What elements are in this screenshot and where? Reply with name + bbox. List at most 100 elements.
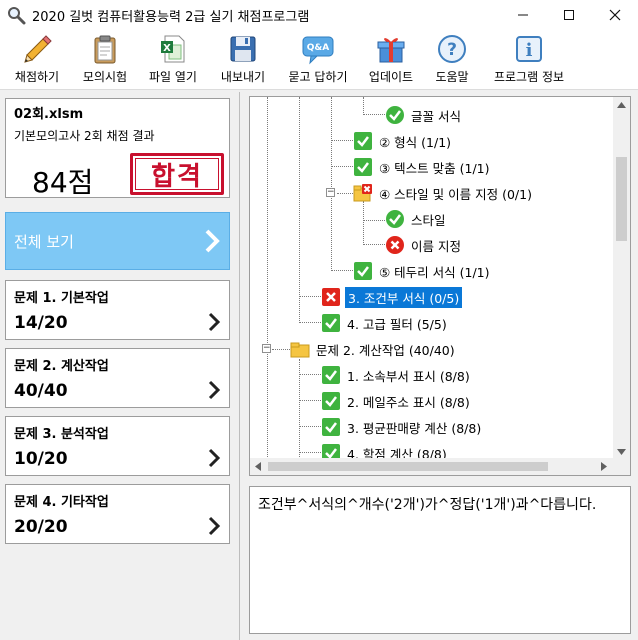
tree-item-border[interactable]: ⑤ 테두리 서식 (1/1) [353,259,490,283]
pass-stamp: 합격 [130,153,224,195]
tree-item-advanced-filter[interactable]: 4. 고급 필터 (5/5) [321,311,447,335]
help-label: 도움말 [435,70,469,84]
total-score: 84점 [32,166,94,199]
score-card-title: 기본모의고사 2회 채점 결과 [14,129,155,143]
check-icon [354,158,372,176]
folder-icon [290,342,310,358]
horizontal-scroll-thumb[interactable] [268,462,548,471]
update-label: 업데이트 [368,70,414,84]
question-title: 문제 4. 기타작업 [14,495,109,510]
svg-text:?: ? [447,40,457,60]
tree-item-style[interactable]: 스타일 [385,207,446,231]
error-icon [322,288,340,306]
tree-item-style-name[interactable]: ④ 스타일 및 이름 지정 (0/1) [353,181,532,205]
tree-item-format[interactable]: ② 형식 (1/1) [353,129,451,153]
toolbar: 채점하기 모의시험 X 파일 열기 내보내기 Q&A 묻고 답하기 업데이트 ?… [0,30,638,90]
tree-item-email[interactable]: 2. 메일주소 표시 (8/8) [321,389,470,413]
tree-item-average-sales[interactable]: 3. 평균판매량 계산 (8/8) [321,415,481,439]
tree-item-question-2[interactable]: 문제 2. 계산작업 (40/40) [290,337,455,361]
check-icon [354,262,372,280]
scroll-right-icon[interactable] [601,462,607,471]
grading-tree[interactable]: − − 글꼴 서식 ② 형식 (1/1) ③ 텍스트 맞춤 (1/1) ④ 스타… [249,96,631,476]
excel-file-icon: X [156,32,190,66]
check-icon [386,210,404,228]
question-score: 10/20 [14,449,68,469]
help-icon: ? [435,32,469,66]
check-icon [322,314,340,332]
file-name: 02회.xlsm [14,107,84,122]
tree-item-font-format[interactable]: 글꼴 서식 [385,103,461,127]
qa-label: 묻고 답하기 [288,70,348,84]
chevron-right-icon [208,380,221,400]
tree-item-text-align[interactable]: ③ 텍스트 맞춤 (1/1) [353,155,490,179]
clipboard-icon [88,32,122,66]
vertical-scroll-thumb[interactable] [616,157,627,241]
floppy-disk-icon [226,32,260,66]
export-button[interactable]: 내보내기 [216,32,270,88]
close-icon [609,9,621,21]
scroll-down-icon[interactable] [617,449,626,455]
question-title: 문제 2. 계산작업 [14,359,109,374]
grade-label: 채점하기 [14,70,60,84]
chevron-right-icon [205,229,220,253]
view-all-button[interactable]: 전체 보기 [5,212,230,270]
question-title: 문제 1. 기본작업 [14,291,109,306]
check-icon [322,418,340,436]
app-window: 2020 길벗 컴퓨터활용능력 2급 실기 채점프로그램 채점하기 모의시험 X… [0,0,638,640]
mock-exam-button[interactable]: 모의시험 [78,32,132,88]
minimize-button[interactable] [500,0,546,30]
close-button[interactable] [592,0,638,30]
vertical-scrollbar[interactable] [613,97,630,460]
question-2-card[interactable]: 문제 2. 계산작업 40/40 [5,348,230,408]
program-info-label: 프로그램 정보 [493,70,565,84]
svg-text:Q&A: Q&A [307,43,329,53]
maximize-icon [564,10,574,20]
info-icon: i [512,32,546,66]
question-score: 14/20 [14,313,68,333]
tree-item-naming[interactable]: 이름 지정 [385,233,461,257]
tree-item-conditional-format[interactable]: 3. 조건부 서식 (0/5) [321,285,463,309]
feedback-text: 조건부^서식의^개수('2개')가^정답('1개')과^다릅니다. [258,497,597,513]
update-button[interactable]: 업데이트 [364,32,418,88]
chevron-right-icon [208,312,221,332]
question-3-card[interactable]: 문제 3. 분석작업 10/20 [5,416,230,476]
open-file-label: 파일 열기 [149,70,197,84]
question-score: 40/40 [14,381,68,401]
qa-bubble-icon: Q&A [301,32,335,66]
gift-icon [374,32,408,66]
maximize-button[interactable] [546,0,592,30]
mock-exam-label: 모의시험 [82,70,128,84]
grade-button[interactable]: 채점하기 [10,32,64,88]
scroll-up-icon[interactable] [617,102,626,108]
folder-error-icon [353,184,372,202]
horizontal-scrollbar[interactable] [250,458,630,475]
open-file-button[interactable]: X 파일 열기 [146,32,200,88]
check-icon [386,106,404,124]
minimize-icon [518,14,528,16]
help-button[interactable]: ? 도움말 [428,32,476,88]
scroll-left-icon[interactable] [255,462,261,471]
score-card: 02회.xlsm 기본모의고사 2회 채점 결과 84점 합격 [5,98,230,199]
pencil-icon [20,32,54,66]
question-title: 문제 3. 분석작업 [14,427,109,442]
qa-button[interactable]: Q&A 묻고 답하기 [282,32,354,88]
feedback-panel: 조건부^서식의^개수('2개')가^정답('1개')과^다릅니다. [249,486,631,634]
question-score: 20/20 [14,517,68,537]
svg-text:i: i [526,40,533,61]
left-panel: 02회.xlsm 기본모의고사 2회 채점 결과 84점 합격 전체 보기 문제… [0,92,240,640]
check-icon [322,392,340,410]
svg-text:X: X [163,43,171,54]
check-icon [322,366,340,384]
window-title: 2020 길벗 컴퓨터활용능력 2급 실기 채점프로그램 [32,9,310,25]
collapse-toggle[interactable]: − [262,344,271,353]
question-1-card[interactable]: 문제 1. 기본작업 14/20 [5,280,230,340]
program-info-button[interactable]: i 프로그램 정보 [488,32,570,88]
collapse-toggle[interactable]: − [326,188,335,197]
chevron-right-icon [208,516,221,536]
question-4-card[interactable]: 문제 4. 기타작업 20/20 [5,484,230,544]
tree-item-department[interactable]: 1. 소속부서 표시 (8/8) [321,363,470,387]
chevron-right-icon [208,448,221,468]
magnifier-app-icon [8,7,26,25]
check-icon [354,132,372,150]
export-label: 내보내기 [220,70,266,84]
